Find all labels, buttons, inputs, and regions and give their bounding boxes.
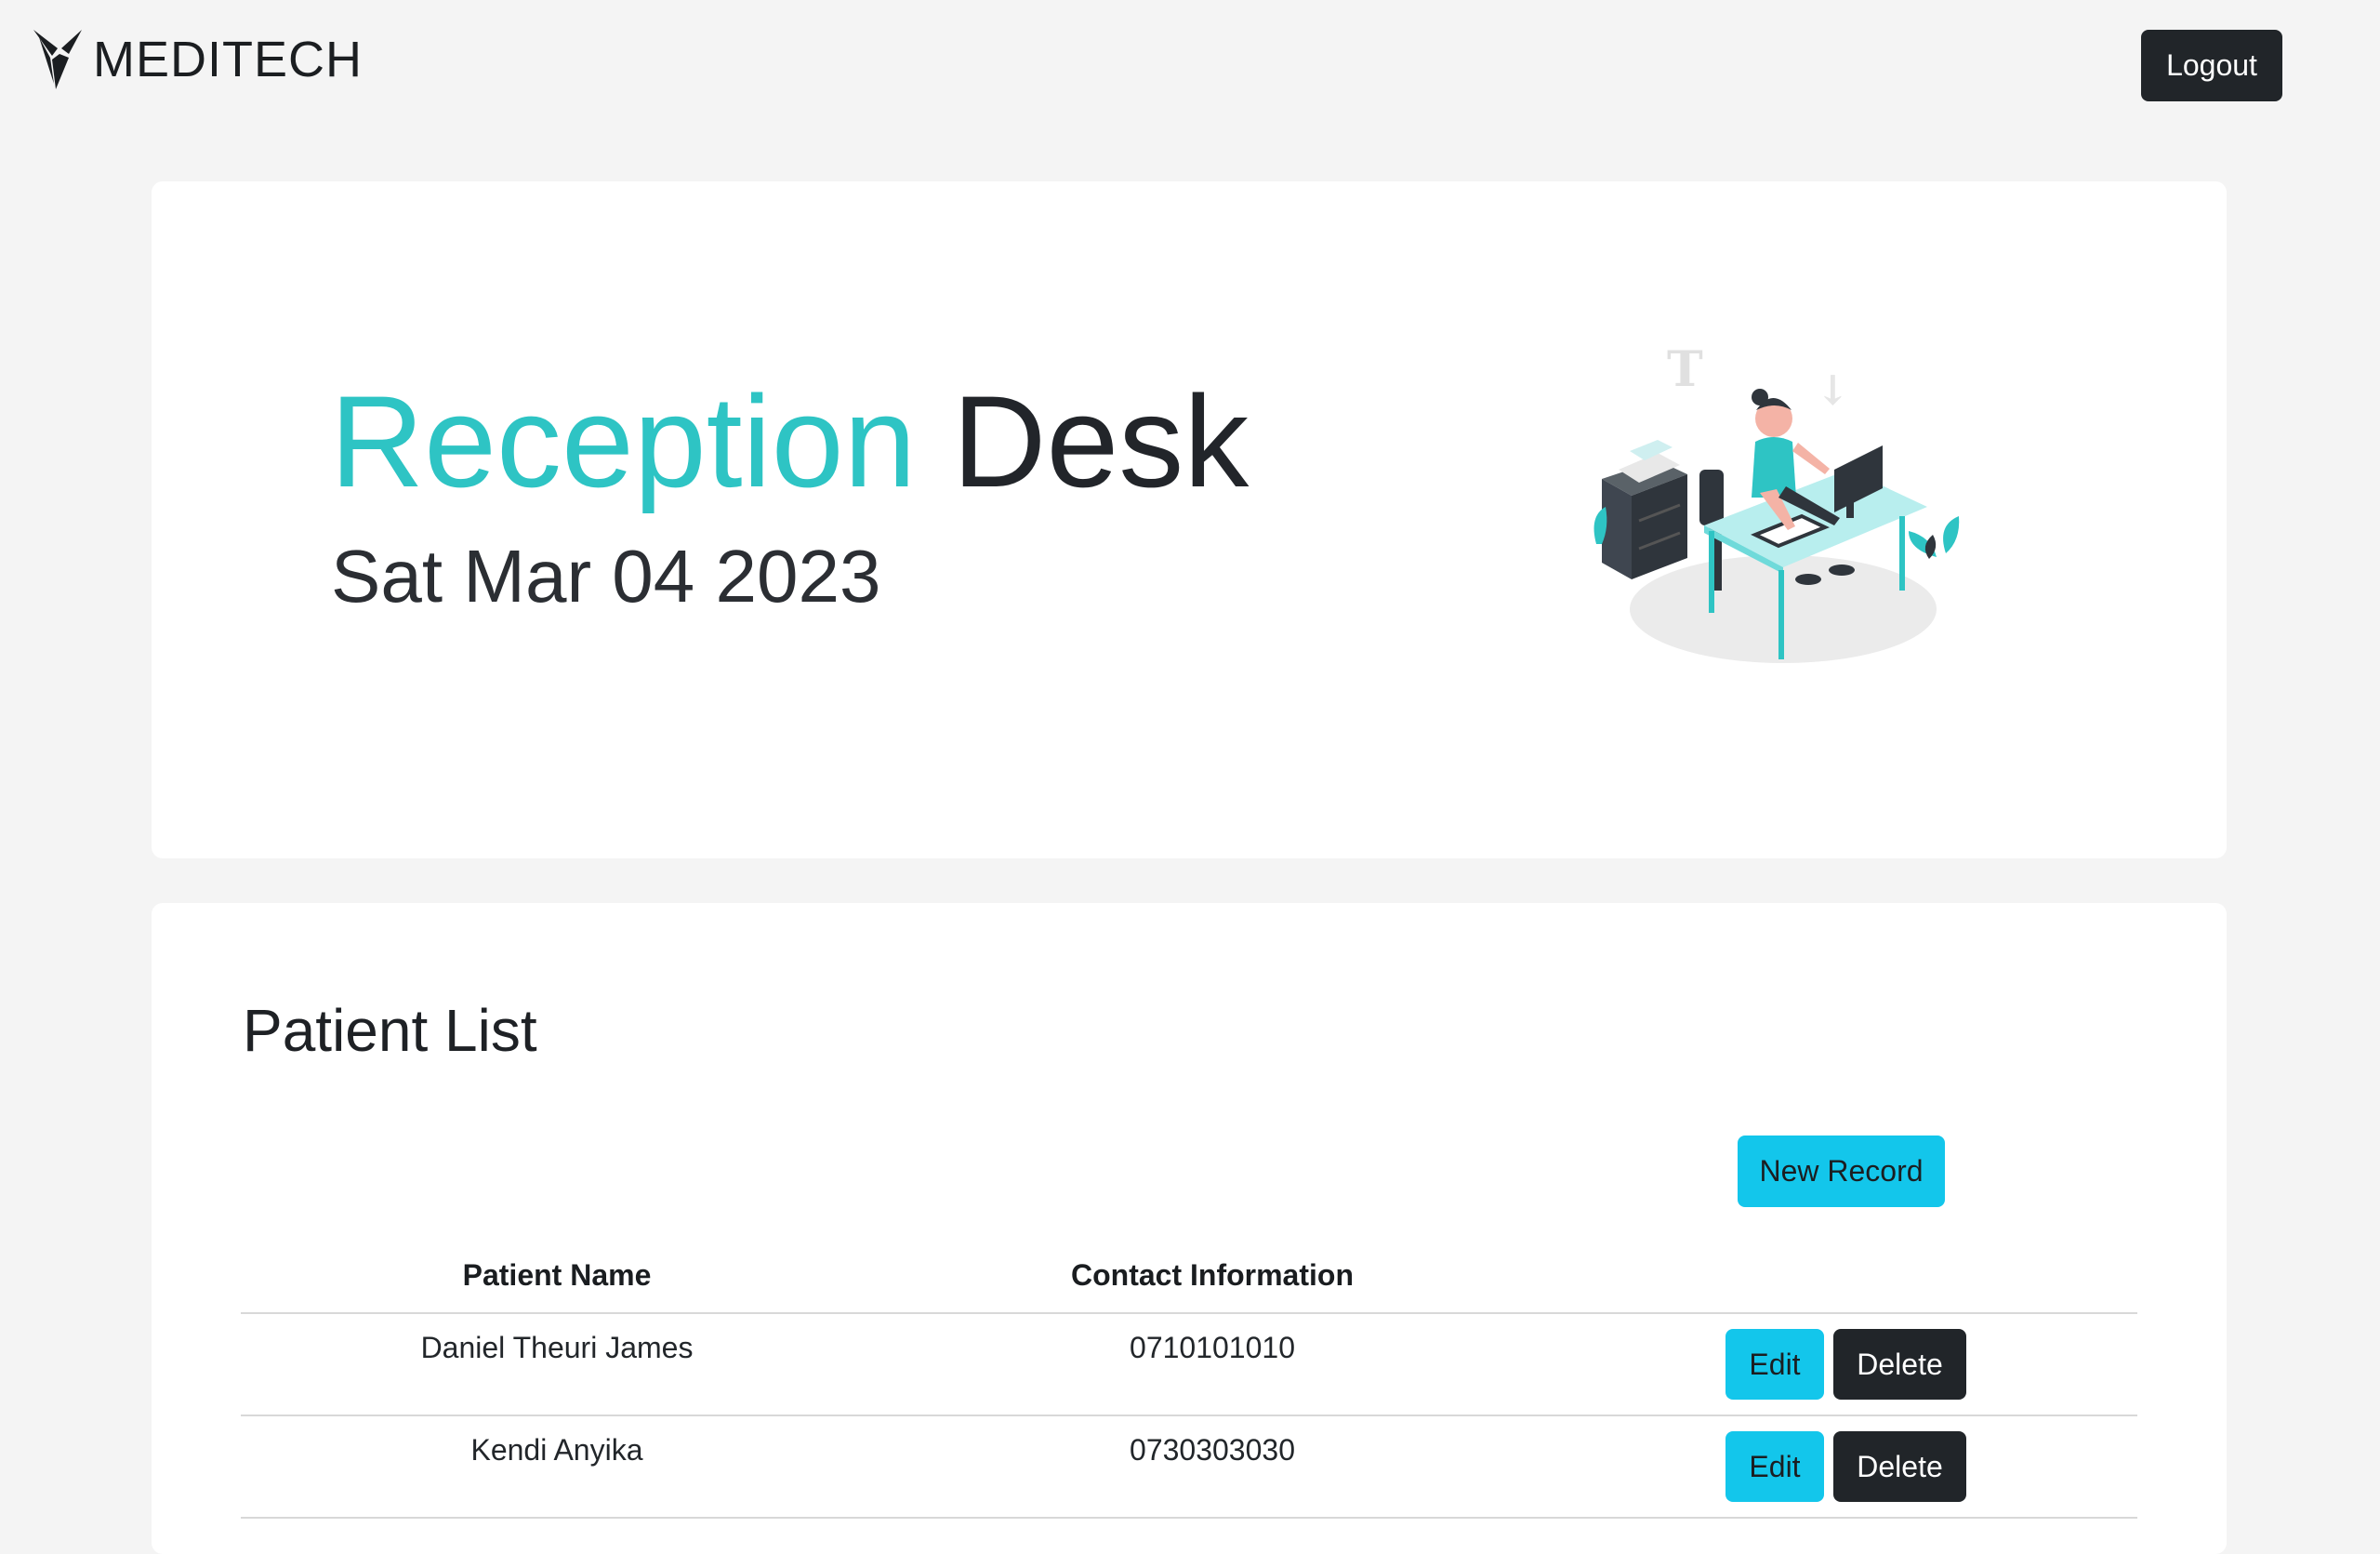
brand-name: MEDITECH (93, 32, 363, 87)
delete-button[interactable]: Delete (1833, 1431, 1966, 1502)
new-record-button[interactable]: New Record (1738, 1136, 1945, 1207)
page-title-rest: Desk (952, 368, 1250, 514)
logout-button[interactable]: Logout (2141, 30, 2282, 101)
reception-hero-card: Reception Desk Sat Mar 04 2023 T ↓ (152, 181, 2227, 858)
patient-list-card: Patient List New Record Patient Name Con… (152, 903, 2227, 1554)
patient-contact: 0730303030 (1130, 1433, 1295, 1467)
table-header: Patient Name Contact Information (241, 1249, 2137, 1314)
page-title: Reception Desk (330, 377, 1249, 507)
edit-button[interactable]: Edit (1726, 1329, 1824, 1400)
table-row: Daniel Theuri James 0710101010 Edit Dele… (241, 1314, 2137, 1416)
patient-contact: 0710101010 (1130, 1331, 1295, 1364)
patient-name: Daniel Theuri James (420, 1331, 694, 1364)
patient-list-title: Patient List (243, 997, 537, 1064)
table-row: Kendi Anyika 0730303030 Edit Delete (241, 1416, 2137, 1519)
patient-table: Patient Name Contact Information Daniel … (241, 1249, 2137, 1519)
edit-button[interactable]: Edit (1726, 1431, 1824, 1502)
brand[interactable]: MEDITECH (32, 28, 363, 91)
page-title-accent: Reception (330, 368, 917, 514)
row-actions: Edit Delete (1726, 1431, 1966, 1502)
current-date: Sat Mar 04 2023 (331, 535, 881, 618)
column-header-contact: Contact Information (1071, 1258, 1354, 1292)
delete-button[interactable]: Delete (1833, 1329, 1966, 1400)
meditech-logo-icon (33, 30, 82, 89)
svg-text:T: T (1667, 341, 1703, 398)
svg-text:↓: ↓ (1816, 367, 1850, 415)
receptionist-illustration-icon: T ↓ (1593, 341, 1960, 663)
column-header-patient-name: Patient Name (462, 1258, 652, 1292)
patient-name: Kendi Anyika (470, 1433, 643, 1467)
row-actions: Edit Delete (1726, 1329, 1966, 1400)
